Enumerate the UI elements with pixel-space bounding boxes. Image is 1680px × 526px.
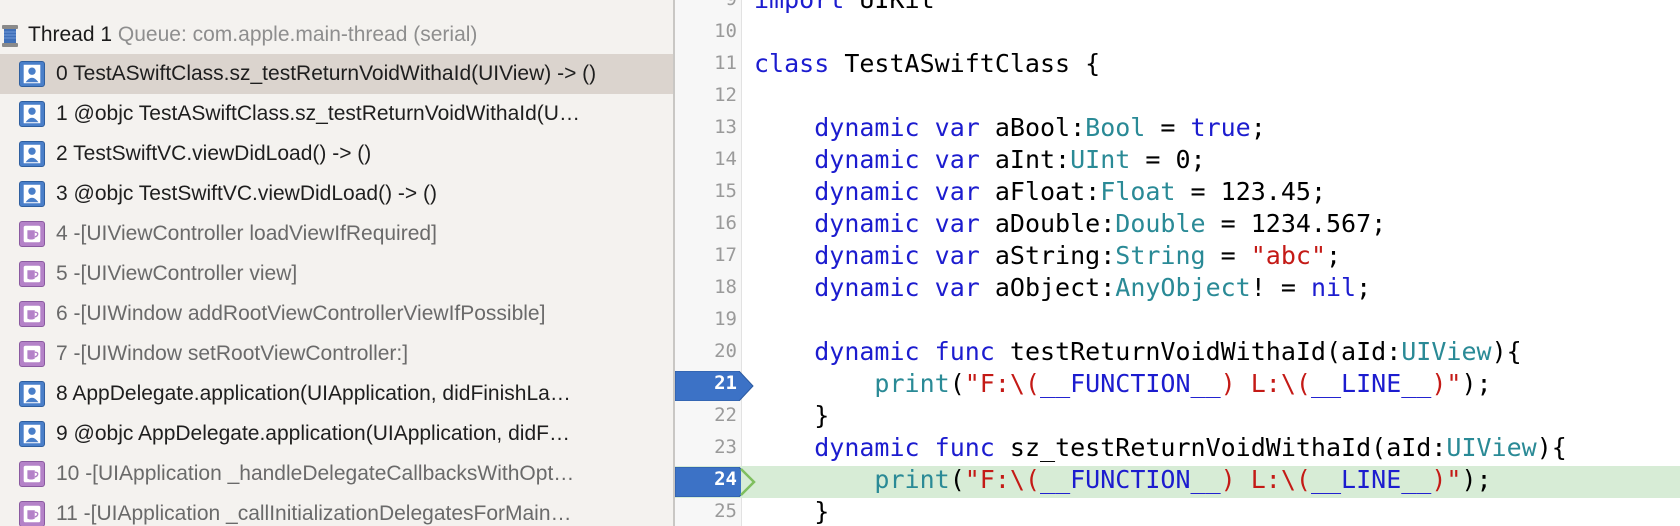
stack-frame-row[interactable]: 1 @objc TestASwiftClass.sz_testReturnVoi…: [0, 94, 673, 134]
line-number: 18: [714, 276, 737, 298]
line-number: 12: [714, 84, 737, 106]
thread-spool-icon: [2, 25, 18, 47]
code-text: dynamic var aInt:UInt = 0;: [814, 145, 1206, 174]
code-line[interactable]: 21 print("F:\(__FUNCTION__) L:\(__LINE__…: [675, 369, 1680, 402]
stack-frame-row[interactable]: 2 TestSwiftVC.viewDidLoad() -> (): [0, 134, 673, 174]
code-text: dynamic var aDouble:Double = 1234.567;: [814, 209, 1387, 238]
code-line[interactable]: 19: [675, 306, 1680, 338]
stack-frame-label: 5 -[UIViewController view]: [56, 262, 298, 285]
line-number: 20: [714, 340, 737, 362]
user-frame-icon: [19, 421, 45, 447]
system-frame-icon: [19, 221, 45, 247]
line-number: 11: [714, 52, 737, 74]
code-line[interactable]: 18 dynamic var aObject:AnyObject! = nil;: [675, 273, 1680, 306]
stack-frame-label: 9 @objc AppDelegate.application(UIApplic…: [56, 422, 570, 445]
code-line[interactable]: 22 }: [675, 401, 1680, 434]
code-text: print("F:\(__FUNCTION__) L:\(__LINE__)")…: [874, 369, 1492, 398]
line-number: 16: [714, 212, 737, 234]
code-line[interactable]: 16 dynamic var aDouble:Double = 1234.567…: [675, 209, 1680, 242]
stack-frame-row[interactable]: 10 -[UIApplication _handleDelegateCallba…: [0, 454, 673, 494]
user-frame-icon: [19, 181, 45, 207]
code-text: dynamic var aObject:AnyObject! = nil;: [814, 273, 1372, 302]
stack-frame-label: 7 -[UIWindow setRootViewController:]: [56, 342, 409, 365]
stack-frame-row[interactable]: 3 @objc TestSwiftVC.viewDidLoad() -> (): [0, 174, 673, 214]
code-text: class TestASwiftClass {: [754, 49, 1101, 78]
stack-frame-label: 6 -[UIWindow addRootViewControllerViewIf…: [56, 302, 546, 325]
line-number: 22: [714, 404, 737, 426]
code-line[interactable]: 17 dynamic var aString:String = "abc";: [675, 241, 1680, 274]
line-number: 19: [714, 308, 737, 330]
line-number: 24: [714, 468, 737, 490]
system-frame-icon: [19, 301, 45, 327]
line-number: 14: [714, 148, 737, 170]
code-text: }: [754, 401, 830, 430]
code-line[interactable]: 24 print("F:\(__FUNCTION__) L:\(__LINE__…: [675, 465, 1680, 498]
code-text: import UIKit: [754, 0, 935, 14]
user-frame-icon: [19, 381, 45, 407]
line-number: 23: [714, 436, 737, 458]
stack-frame-row[interactable]: 4 -[UIViewController loadViewIfRequired]: [0, 214, 673, 254]
stack-frame-label: 1 @objc TestASwiftClass.sz_testReturnVoi…: [56, 102, 580, 125]
line-number: 21: [714, 372, 737, 394]
system-frame-icon: [19, 461, 45, 487]
user-frame-icon: [19, 61, 45, 87]
stack-frame-label: 11 -[UIApplication _callInitializationDe…: [56, 502, 572, 525]
stack-frame-label: 3 @objc TestSwiftVC.viewDidLoad() -> (): [56, 182, 437, 205]
code-text: dynamic func testReturnVoidWithaId(aId:U…: [814, 337, 1522, 366]
stack-frame-row[interactable]: 0 TestASwiftClass.sz_testReturnVoidWitha…: [0, 54, 673, 94]
system-frame-icon: [19, 341, 45, 367]
source-editor[interactable]: 9 import UIKit 10 11 class TestASwiftClass {…: [675, 0, 1680, 526]
line-number: 13: [714, 116, 737, 138]
stack-frame-row[interactable]: 9 @objc AppDelegate.application(UIApplic…: [0, 414, 673, 454]
stack-frame-label: 2 TestSwiftVC.viewDidLoad() -> (): [56, 142, 372, 165]
code-line[interactable]: 13 dynamic var aBool:Bool = true;: [675, 113, 1680, 146]
code-line[interactable]: 11 class TestASwiftClass {: [675, 49, 1680, 82]
stack-frame-label: 0 TestASwiftClass.sz_testReturnVoidWitha…: [56, 62, 597, 85]
code-line[interactable]: 10: [675, 18, 1680, 50]
line-number: 17: [714, 244, 737, 266]
stack-frame-row[interactable]: 11 -[UIApplication _callInitializationDe…: [0, 494, 673, 526]
code-line[interactable]: 12: [675, 82, 1680, 114]
line-number: 10: [714, 20, 737, 42]
user-frame-icon: [19, 101, 45, 127]
system-frame-icon: [19, 501, 45, 526]
thread-queue: Queue: com.apple.main-thread (serial): [117, 23, 478, 46]
code-text: dynamic var aFloat:Float = 123.45;: [814, 177, 1326, 206]
stack-frame-row[interactable]: 7 -[UIWindow setRootViewController:]: [0, 334, 673, 374]
thread-header[interactable]: Thread 1 Queue: com.apple.main-thread (s…: [0, 16, 673, 56]
line-number: 9: [675, 0, 737, 10]
stack-frame-row[interactable]: 5 -[UIViewController view]: [0, 254, 673, 294]
system-frame-icon: [19, 261, 45, 287]
code-text: dynamic var aString:String = "abc";: [814, 241, 1342, 270]
line-number: 25: [714, 500, 737, 522]
thread-label: Thread 1: [28, 23, 113, 46]
code-line[interactable]: 15 dynamic var aFloat:Float = 123.45;: [675, 177, 1680, 210]
user-frame-icon: [19, 141, 45, 167]
stack-frame-row[interactable]: 8 AppDelegate.application(UIApplication,…: [0, 374, 673, 414]
code-line[interactable]: 23 dynamic func sz_testReturnVoidWithaId…: [675, 433, 1680, 466]
stack-frame-label: 8 AppDelegate.application(UIApplication,…: [56, 382, 571, 405]
stack-frame-label: 10 -[UIApplication _handleDelegateCallba…: [56, 462, 575, 485]
code-line[interactable]: 20 dynamic func testReturnVoidWithaId(aI…: [675, 337, 1680, 370]
code-line[interactable]: 14 dynamic var aInt:UInt = 0;: [675, 145, 1680, 178]
code-text: dynamic var aBool:Bool = true;: [814, 113, 1266, 142]
code-text: dynamic func sz_testReturnVoidWithaId(aI…: [814, 433, 1567, 462]
line-number: 15: [714, 180, 737, 202]
thread-title: Thread 1 Queue: com.apple.main-thread (s…: [28, 23, 477, 47]
code-text: print("F:\(__FUNCTION__) L:\(__LINE__)")…: [874, 465, 1492, 494]
code-text: }: [754, 497, 830, 526]
stack-frame-row[interactable]: 6 -[UIWindow addRootViewControllerViewIf…: [0, 294, 673, 334]
code-line[interactable]: 9 import UIKit: [675, 0, 1680, 18]
debug-navigator: Thread 1 Queue: com.apple.main-thread (s…: [0, 0, 673, 526]
code-line[interactable]: 25 }: [675, 497, 1680, 526]
stack-frame-label: 4 -[UIViewController loadViewIfRequired]: [56, 222, 437, 245]
